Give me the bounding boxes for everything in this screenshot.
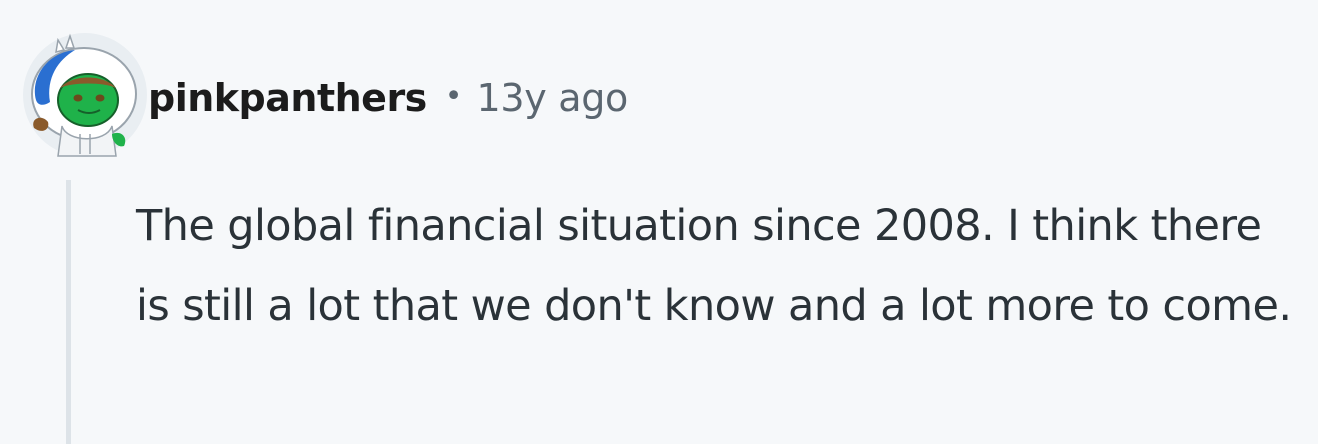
comment-meta: pinkpanthers • 13y ago <box>148 66 628 130</box>
comment-body: The global financial situation since 200… <box>136 201 1292 331</box>
meta-separator: • <box>444 78 463 114</box>
comment: pinkpanthers • 13y ago The global financ… <box>0 0 1318 444</box>
snoo-avatar-icon <box>23 33 147 157</box>
user-avatar[interactable] <box>20 30 150 160</box>
thread-line[interactable] <box>66 180 71 444</box>
comment-timestamp[interactable]: 13y ago <box>477 76 629 120</box>
username-link[interactable]: pinkpanthers <box>148 76 427 120</box>
